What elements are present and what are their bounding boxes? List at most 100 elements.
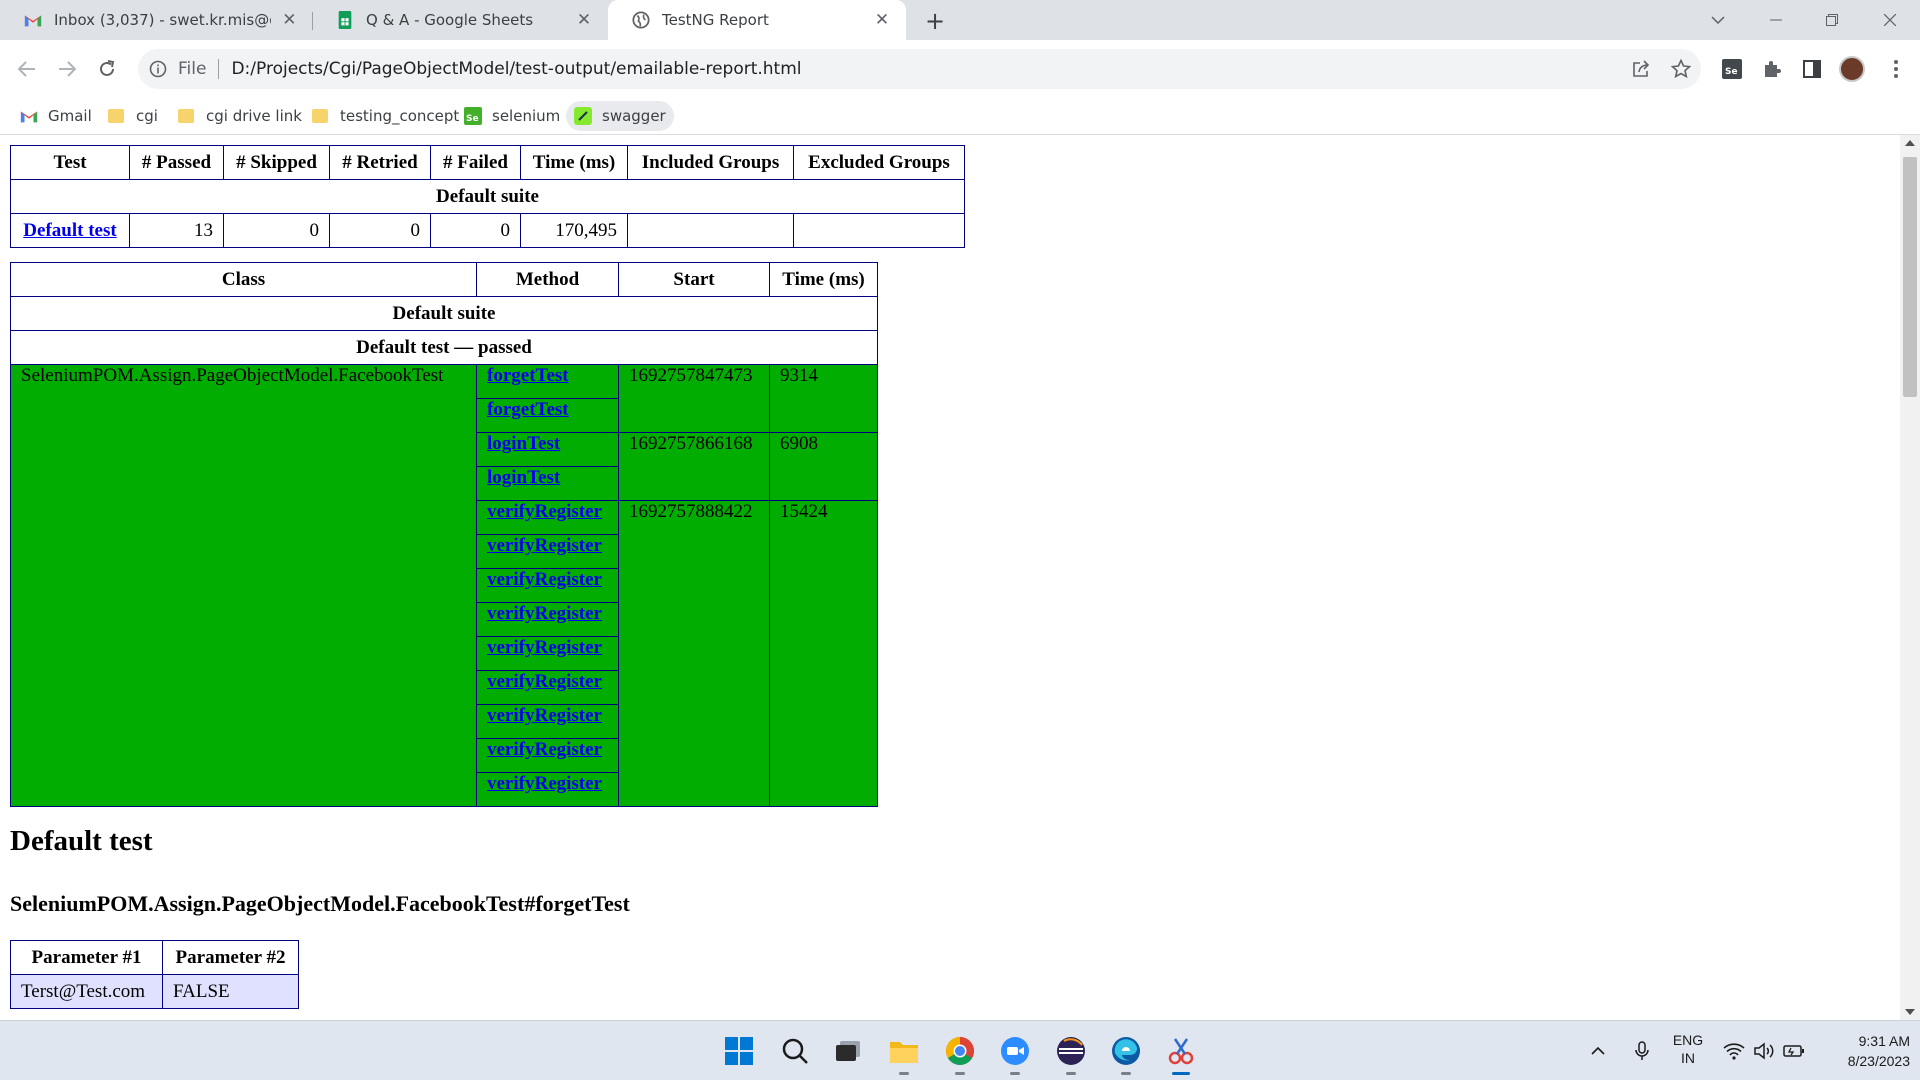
start-cell: 1692757847473 bbox=[618, 364, 770, 433]
bookmark-selenium[interactable]: Se selenium bbox=[456, 101, 568, 131]
volume-icon[interactable] bbox=[1748, 1033, 1780, 1069]
method-cell: verifyRegister bbox=[476, 670, 619, 705]
section-test-heading: Default test bbox=[10, 825, 153, 857]
bookmark-swagger[interactable]: swagger bbox=[566, 101, 674, 131]
default-test-link[interactable]: Default test bbox=[23, 220, 116, 241]
svg-text:Se: Se bbox=[1725, 67, 1738, 77]
wifi-icon[interactable] bbox=[1718, 1033, 1750, 1069]
profile-avatar[interactable] bbox=[1836, 53, 1868, 85]
chevron-down-icon[interactable] bbox=[1690, 0, 1746, 40]
close-window-button[interactable] bbox=[1862, 0, 1918, 40]
show-hidden-icons-button[interactable] bbox=[1580, 1033, 1616, 1069]
zoom-button[interactable] bbox=[997, 1033, 1033, 1075]
folder-icon bbox=[178, 109, 194, 123]
bookmark-label: selenium bbox=[492, 107, 561, 125]
running-indicator bbox=[1121, 1072, 1131, 1075]
battery-icon[interactable] bbox=[1778, 1033, 1810, 1069]
forward-button[interactable] bbox=[51, 53, 83, 85]
bookmark-cgi[interactable]: cgi bbox=[100, 101, 166, 131]
method-link[interactable]: loginTest bbox=[487, 467, 560, 488]
reload-button[interactable] bbox=[91, 53, 123, 85]
column-header: Included Groups bbox=[627, 145, 794, 180]
snipping-tool-button[interactable] bbox=[1163, 1033, 1199, 1075]
edge-button[interactable] bbox=[1108, 1033, 1144, 1075]
more-menu-icon[interactable] bbox=[1880, 53, 1912, 85]
table-row: Default test 13 0 0 0 170,495 bbox=[10, 213, 965, 248]
column-header: Time (ms) bbox=[520, 145, 628, 180]
suite-row: Default suite bbox=[10, 296, 878, 331]
star-icon[interactable] bbox=[1665, 49, 1697, 89]
method-link[interactable]: verifyRegister bbox=[487, 705, 602, 726]
clock[interactable]: 9:31 AM 8/23/2023 bbox=[1814, 1031, 1910, 1071]
running-indicator bbox=[1172, 1072, 1190, 1075]
column-header: # Skipped bbox=[223, 145, 330, 180]
column-header: Test bbox=[10, 145, 130, 180]
method-link[interactable]: verifyRegister bbox=[487, 739, 602, 760]
browser-toolbar: File D:/Projects/Cgi/PageObjectModel/tes… bbox=[0, 40, 1920, 98]
bookmark-label: testing_concept bbox=[340, 107, 460, 125]
close-icon[interactable]: ✕ bbox=[574, 10, 594, 30]
bookmark-testing-concept[interactable]: testing_concept bbox=[304, 101, 467, 131]
avatar bbox=[1839, 56, 1865, 82]
tab-sheets[interactable]: Q & A - Google Sheets ✕ bbox=[312, 0, 608, 40]
method-link[interactable]: verifyRegister bbox=[487, 671, 602, 692]
method-link[interactable]: verifyRegister bbox=[487, 569, 602, 590]
back-button[interactable] bbox=[11, 53, 43, 85]
sheets-icon bbox=[338, 11, 352, 29]
bookmark-gmail[interactable]: Gmail bbox=[12, 101, 100, 131]
scroll-down-icon[interactable] bbox=[1905, 1009, 1915, 1015]
page-viewport: Test # Passed # Skipped # Retried # Fail… bbox=[0, 135, 1900, 1020]
folder-icon bbox=[312, 109, 328, 123]
method-cell: verifyRegister bbox=[476, 500, 619, 535]
start-button[interactable] bbox=[721, 1033, 757, 1069]
tab-testng-report[interactable]: TestNG Report ✕ bbox=[608, 0, 906, 40]
method-link[interactable]: verifyRegister bbox=[487, 501, 602, 522]
scrollbar-thumb[interactable] bbox=[1903, 157, 1917, 397]
svg-text:Se: Se bbox=[466, 114, 479, 124]
windows-taskbar: ENG IN 9:31 AM 8/23/2023 bbox=[0, 1020, 1920, 1080]
new-tab-button[interactable]: + bbox=[922, 7, 948, 35]
zoom-icon bbox=[1001, 1037, 1029, 1065]
method-cell: verifyRegister bbox=[476, 636, 619, 671]
chrome-button[interactable] bbox=[942, 1033, 978, 1075]
method-link[interactable]: forgetTest bbox=[487, 399, 569, 420]
vertical-scrollbar[interactable] bbox=[1900, 135, 1920, 1020]
method-link[interactable]: verifyRegister bbox=[487, 773, 602, 794]
url-text[interactable]: D:/Projects/Cgi/PageObjectModel/test-out… bbox=[231, 59, 801, 79]
search-button[interactable] bbox=[777, 1033, 813, 1069]
close-icon[interactable]: ✕ bbox=[872, 10, 892, 30]
column-header: Method bbox=[476, 262, 619, 297]
restore-button[interactable] bbox=[1804, 0, 1860, 40]
selenium-ide-extension-icon[interactable]: Se bbox=[1716, 53, 1748, 85]
tab-title: Q & A - Google Sheets bbox=[366, 11, 534, 29]
method-link[interactable]: verifyRegister bbox=[487, 637, 602, 658]
windows-icon bbox=[725, 1037, 753, 1065]
method-link[interactable]: loginTest bbox=[487, 433, 560, 454]
close-icon[interactable]: ✕ bbox=[281, 10, 298, 30]
test-status-row: Default test — passed bbox=[10, 330, 878, 365]
scroll-up-icon[interactable] bbox=[1905, 140, 1915, 146]
start-cell: 1692757888422 bbox=[618, 500, 770, 807]
share-icon[interactable] bbox=[1625, 49, 1657, 89]
clock-time: 9:31 AM bbox=[1858, 1033, 1910, 1049]
failed-count: 0 bbox=[430, 213, 521, 248]
puzzle-extensions-icon[interactable] bbox=[1756, 53, 1788, 85]
task-view-button[interactable] bbox=[830, 1033, 866, 1069]
eclipse-button[interactable] bbox=[1053, 1033, 1089, 1075]
input-language-indicator[interactable]: ENG IN bbox=[1660, 1031, 1716, 1067]
chevron-up-icon bbox=[1591, 1047, 1605, 1055]
bookmark-label: swagger bbox=[602, 107, 666, 125]
info-icon[interactable] bbox=[148, 59, 168, 79]
minimize-button[interactable] bbox=[1748, 0, 1804, 40]
method-link[interactable]: verifyRegister bbox=[487, 535, 602, 556]
microphone-button[interactable] bbox=[1624, 1033, 1660, 1069]
method-link[interactable]: forgetTest bbox=[487, 365, 569, 386]
method-cell: forgetTest bbox=[476, 364, 619, 399]
method-link[interactable]: verifyRegister bbox=[487, 603, 602, 624]
side-panel-icon[interactable] bbox=[1796, 53, 1828, 85]
address-bar[interactable]: File D:/Projects/Cgi/PageObjectModel/tes… bbox=[138, 49, 1701, 89]
tab-strip: Inbox (3,037) - swet.kr.mis@gmai ✕ Q & A… bbox=[0, 0, 1920, 40]
tab-gmail[interactable]: Inbox (3,037) - swet.kr.mis@gmai ✕ bbox=[0, 0, 312, 40]
file-explorer-button[interactable] bbox=[886, 1033, 922, 1075]
bookmark-cgi-drive-link[interactable]: cgi drive link bbox=[170, 101, 310, 131]
